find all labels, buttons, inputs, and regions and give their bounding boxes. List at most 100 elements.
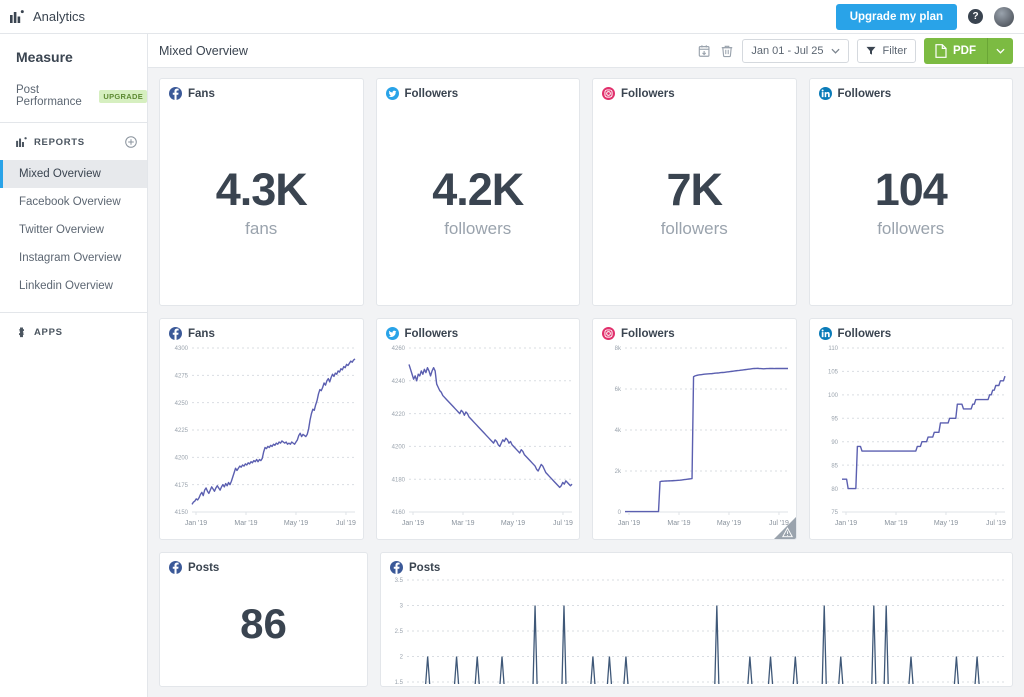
twitter-icon (385, 87, 399, 100)
report-canvas: Fans 4.3K fans Followers 4.2K followers … (148, 68, 1024, 697)
apps-section-header[interactable]: APPS (0, 313, 147, 338)
warning-icon (781, 527, 793, 538)
svg-text:105: 105 (827, 370, 838, 376)
toolbar-actions: Jan 01 - Jul 25 Filter PDF (698, 37, 1013, 64)
pdf-label: PDF (953, 44, 976, 57)
puzzle-icon (16, 327, 27, 338)
add-report-icon[interactable] (125, 136, 137, 148)
linkedin-icon (818, 327, 832, 340)
pdf-export-button[interactable]: PDF (924, 37, 987, 64)
reports-bars-icon (16, 137, 27, 147)
summary-card-instagram-followers[interactable]: Followers 7K followers (592, 78, 797, 306)
card-body: 104 followers (810, 100, 1013, 305)
charts-row: Fans 4150 4175 4200 4225 4250 4275 4300 Jan '19… (159, 318, 1013, 540)
sidebar-item-twitter-overview[interactable]: Twitter Overview (0, 216, 147, 244)
help-icon[interactable]: ? (968, 9, 983, 24)
chart-card-facebook-fans[interactable]: Fans 4150 4175 4200 4225 4250 4275 4300 Jan '19… (159, 318, 364, 540)
sidebar-item-instagram-overview[interactable]: Instagram Overview (0, 244, 147, 272)
svg-text:90: 90 (831, 440, 838, 446)
card-header: Followers (593, 79, 796, 100)
sidebar-item-facebook-overview[interactable]: Facebook Overview (0, 188, 147, 216)
chart-card-linkedin-followers[interactable]: Followers 75 80 85 90 95 100 105 110 Jan '19 Mar … (808, 318, 1013, 540)
summary-card-facebook-posts[interactable]: Posts 86 (159, 552, 368, 687)
metric-value: 104 (874, 163, 948, 215)
svg-text:4160: 4160 (391, 510, 405, 516)
svg-text:Jan '19: Jan '19 (834, 520, 856, 527)
svg-text:4300: 4300 (175, 346, 189, 352)
linkedin-icon (818, 87, 832, 100)
card-header: Followers (810, 79, 1013, 100)
card-title: Posts (188, 561, 220, 574)
chevron-down-icon (831, 48, 840, 54)
pdf-file-icon (935, 43, 947, 58)
upgrade-my-plan-button[interactable]: Upgrade my plan (835, 3, 957, 30)
avatar[interactable] (994, 6, 1014, 27)
svg-text:May '19: May '19 (284, 520, 308, 527)
filter-label: Filter (882, 44, 907, 57)
card-title: Fans (188, 87, 215, 100)
posts-row: Posts 86 Posts 1.5 2 2.5 3 3.5 (159, 552, 1013, 687)
date-range-selector[interactable]: Jan 01 - Jul 25 (742, 38, 849, 63)
filter-button[interactable]: Filter (856, 38, 916, 63)
page-title: Mixed Overview (159, 43, 248, 58)
svg-text:2: 2 (400, 655, 404, 661)
sidebar: Measure Post Performance UPGRADE REPORTS (0, 34, 148, 697)
summary-card-facebook-fans[interactable]: Fans 4.3K fans (159, 78, 364, 306)
svg-text:Mar '19: Mar '19 (451, 520, 474, 527)
apps-header-label: APPS (34, 327, 63, 338)
svg-text:110: 110 (828, 346, 838, 352)
summary-card-linkedin-followers[interactable]: Followers 104 followers (808, 78, 1013, 306)
metric-value: 4.2K (432, 163, 524, 215)
sidebar-item-linkedin-overview[interactable]: Linkedin Overview (0, 272, 147, 300)
svg-text:4150: 4150 (175, 510, 189, 516)
chart-card-twitter-followers[interactable]: Followers 4160 4180 4200 4220 4240 4260 Jan '1… (375, 318, 580, 540)
svg-text:100: 100 (827, 393, 838, 399)
svg-text:4275: 4275 (175, 374, 189, 380)
measure-heading: Measure (16, 49, 73, 65)
svg-text:Mar '19: Mar '19 (667, 520, 690, 527)
metric-unit: followers (660, 218, 728, 238)
twitter-icon (385, 327, 399, 340)
svg-text:4240: 4240 (391, 379, 405, 385)
pdf-dropdown-toggle[interactable] (987, 37, 1013, 64)
card-title: Followers (404, 327, 459, 340)
card-body: 7K followers (593, 100, 796, 305)
metric-unit: followers (444, 218, 512, 238)
svg-text:Jul '19: Jul '19 (552, 520, 572, 527)
svg-text:Jan '19: Jan '19 (618, 520, 640, 527)
facebook-icon (169, 87, 182, 100)
duplicate-report-icon[interactable] (698, 44, 712, 58)
card-header: Posts (160, 553, 367, 574)
svg-text:75: 75 (831, 510, 838, 516)
main-area: Mixed Overview Jan 01 - Jul 25 Filter PD… (148, 34, 1024, 697)
svg-text:4200: 4200 (391, 445, 405, 451)
svg-text:Mar '19: Mar '19 (884, 520, 907, 527)
post-performance-label: Post Performance (16, 84, 82, 108)
card-title: Followers (837, 327, 892, 340)
brand[interactable]: Analytics (10, 9, 85, 24)
facebook-icon (169, 561, 182, 574)
line-chart-instagram-followers: 0 2k 4k 6k 8k Jan '19 Mar '19 May '19 Jul '19 (593, 340, 796, 536)
svg-text:4175: 4175 (175, 483, 189, 489)
chart-card-facebook-posts[interactable]: Posts 1.5 2 2.5 3 3.5 (380, 552, 1013, 687)
chart-card-instagram-followers[interactable]: Followers 0 2k 4k 6k 8k Jan '19 Mar '19 May '19… (592, 318, 797, 540)
svg-text:80: 80 (831, 487, 838, 493)
card-header: Posts (381, 553, 1012, 574)
svg-text:May '19: May '19 (500, 520, 524, 527)
line-chart-twitter-followers: 4160 4180 4200 4220 4240 4260 Jan '19 Mar '19 Ma… (377, 340, 580, 536)
sidebar-item-mixed-overview[interactable]: Mixed Overview (0, 160, 147, 188)
app-body: Measure Post Performance UPGRADE REPORTS (0, 34, 1024, 697)
card-header: Followers (810, 319, 1013, 340)
svg-text:4260: 4260 (391, 346, 405, 352)
delete-report-icon[interactable] (720, 44, 734, 58)
svg-text:May '19: May '19 (717, 520, 741, 527)
card-title: Fans (188, 327, 215, 340)
svg-text:4225: 4225 (175, 428, 189, 434)
facebook-icon (390, 561, 403, 574)
date-range-label: Jan 01 - Jul 25 (751, 44, 824, 57)
summary-card-twitter-followers[interactable]: Followers 4.2K followers (375, 78, 580, 306)
spike-chart-facebook-posts: 1.5 2 2.5 3 3.5 (381, 574, 1012, 684)
sidebar-item-post-performance[interactable]: Post Performance UPGRADE (0, 78, 147, 122)
svg-text:4250: 4250 (175, 401, 189, 407)
svg-text:Jul '19: Jul '19 (985, 520, 1005, 527)
